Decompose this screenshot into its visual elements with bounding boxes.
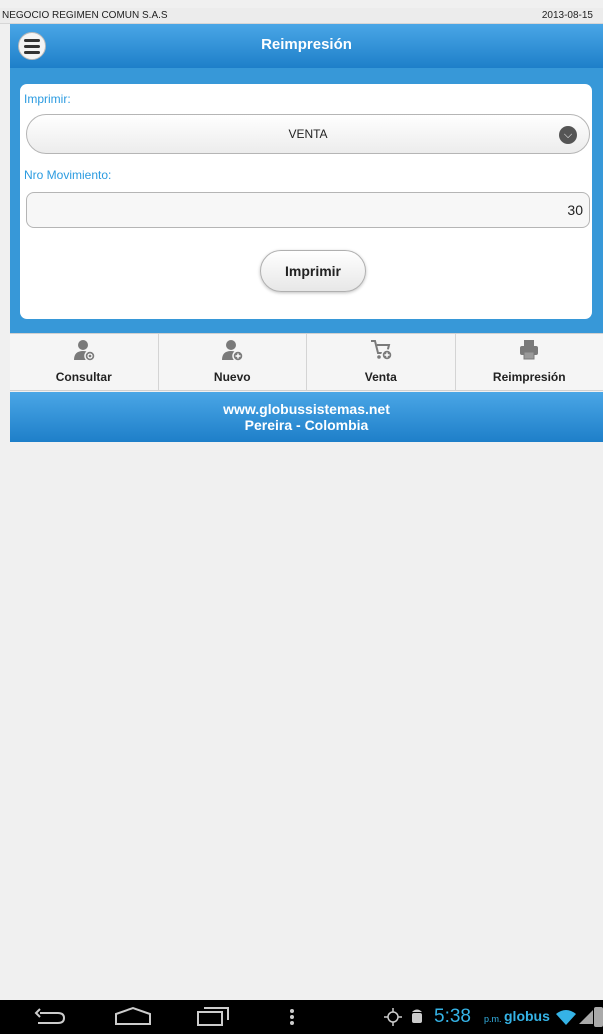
user-search-icon bbox=[73, 340, 96, 362]
movement-number-input[interactable] bbox=[26, 192, 590, 228]
tab-label: Consultar bbox=[55, 370, 112, 384]
cart-add-icon bbox=[370, 340, 393, 361]
home-icon[interactable] bbox=[114, 1006, 152, 1026]
chevron-down-icon: ⌵ bbox=[559, 126, 577, 144]
overflow-menu-icon[interactable] bbox=[289, 1008, 295, 1026]
website-link[interactable]: www.globussistemas.net bbox=[10, 401, 603, 417]
tab-reimpresion[interactable]: Reimpresión bbox=[456, 334, 603, 390]
info-strip: NEGOCIO REGIMEN COMUN S.A.S 2013-08-15 bbox=[0, 8, 603, 24]
carrier-name: globus bbox=[504, 1008, 550, 1024]
gps-icon bbox=[384, 1008, 402, 1026]
tab-venta[interactable]: Venta bbox=[307, 334, 456, 390]
user-add-icon bbox=[222, 340, 244, 362]
movement-number-label: Nro Movimiento: bbox=[24, 168, 112, 182]
print-type-select[interactable]: VENTA ⌵ bbox=[26, 114, 590, 154]
clock-ampm: p.m. bbox=[484, 1014, 502, 1024]
print-type-value: VENTA bbox=[288, 127, 328, 141]
tab-consultar[interactable]: Consultar bbox=[10, 334, 159, 390]
tab-bar: Consultar Nuevo Venta Reimpresión bbox=[10, 333, 603, 391]
system-nav-bar: 5:38 p.m. globus bbox=[0, 1000, 603, 1034]
wifi-icon bbox=[556, 1010, 576, 1025]
company-name: NEGOCIO REGIMEN COMUN S.A.S bbox=[2, 10, 168, 21]
current-date: 2013-08-15 bbox=[541, 10, 593, 21]
printer-icon bbox=[520, 340, 539, 360]
app-header: Reimpresión bbox=[10, 24, 603, 68]
tab-label: Venta bbox=[364, 370, 397, 384]
back-icon[interactable] bbox=[34, 1008, 68, 1026]
tab-label: Nuevo bbox=[213, 370, 251, 384]
footer-banner: www.globussistemas.net Pereira - Colombi… bbox=[10, 392, 603, 442]
location-text: Pereira - Colombia bbox=[244, 417, 369, 433]
tab-nuevo[interactable]: Nuevo bbox=[159, 334, 307, 390]
print-type-label: Imprimir: bbox=[24, 92, 71, 106]
form-container: Imprimir: VENTA ⌵ Nro Movimiento: Imprim… bbox=[10, 68, 603, 333]
clock-time: 5:38 bbox=[434, 1006, 471, 1027]
signal-icon bbox=[579, 1010, 593, 1024]
tab-label: Reimpresión bbox=[492, 370, 566, 384]
print-button[interactable]: Imprimir bbox=[260, 250, 366, 292]
page-title: Reimpresión bbox=[261, 36, 352, 53]
android-debug-icon bbox=[412, 1009, 422, 1023]
bluetooth-icon bbox=[594, 1007, 603, 1027]
form-panel: Imprimir: VENTA ⌵ Nro Movimiento: Imprim… bbox=[20, 84, 592, 319]
recent-apps-icon[interactable] bbox=[196, 1006, 230, 1026]
